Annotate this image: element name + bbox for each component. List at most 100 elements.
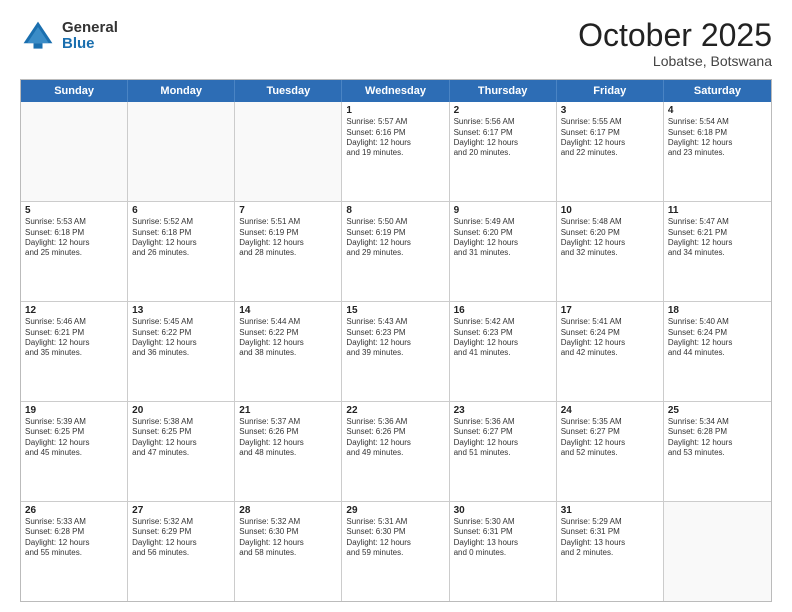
calendar-week-3: 12Sunrise: 5:46 AM Sunset: 6:21 PM Dayli… — [21, 302, 771, 402]
day-number: 13 — [132, 305, 230, 316]
day-number: 10 — [561, 205, 659, 216]
day-info: Sunrise: 5:35 AM Sunset: 6:27 PM Dayligh… — [561, 417, 659, 459]
calendar-cell: 10Sunrise: 5:48 AM Sunset: 6:20 PM Dayli… — [557, 202, 664, 301]
title-block: October 2025 Lobatse, Botswana — [578, 18, 772, 69]
day-info: Sunrise: 5:41 AM Sunset: 6:24 PM Dayligh… — [561, 317, 659, 359]
calendar-cell: 19Sunrise: 5:39 AM Sunset: 6:25 PM Dayli… — [21, 402, 128, 501]
calendar-cell: 26Sunrise: 5:33 AM Sunset: 6:28 PM Dayli… — [21, 502, 128, 601]
calendar-cell: 20Sunrise: 5:38 AM Sunset: 6:25 PM Dayli… — [128, 402, 235, 501]
calendar-week-5: 26Sunrise: 5:33 AM Sunset: 6:28 PM Dayli… — [21, 502, 771, 601]
header-monday: Monday — [128, 80, 235, 102]
calendar-cell: 9Sunrise: 5:49 AM Sunset: 6:20 PM Daylig… — [450, 202, 557, 301]
day-info: Sunrise: 5:44 AM Sunset: 6:22 PM Dayligh… — [239, 317, 337, 359]
day-number: 9 — [454, 205, 552, 216]
calendar-cell: 14Sunrise: 5:44 AM Sunset: 6:22 PM Dayli… — [235, 302, 342, 401]
day-info: Sunrise: 5:40 AM Sunset: 6:24 PM Dayligh… — [668, 317, 767, 359]
calendar-cell: 29Sunrise: 5:31 AM Sunset: 6:30 PM Dayli… — [342, 502, 449, 601]
day-info: Sunrise: 5:36 AM Sunset: 6:27 PM Dayligh… — [454, 417, 552, 459]
logo-text: General Blue — [62, 20, 118, 53]
header-saturday: Saturday — [664, 80, 771, 102]
day-info: Sunrise: 5:39 AM Sunset: 6:25 PM Dayligh… — [25, 417, 123, 459]
day-number: 29 — [346, 505, 444, 516]
header-wednesday: Wednesday — [342, 80, 449, 102]
header-tuesday: Tuesday — [235, 80, 342, 102]
calendar-cell: 4Sunrise: 5:54 AM Sunset: 6:18 PM Daylig… — [664, 102, 771, 201]
day-number: 15 — [346, 305, 444, 316]
day-number: 26 — [25, 505, 123, 516]
day-number: 3 — [561, 105, 659, 116]
day-number: 27 — [132, 505, 230, 516]
calendar-cell: 18Sunrise: 5:40 AM Sunset: 6:24 PM Dayli… — [664, 302, 771, 401]
day-info: Sunrise: 5:42 AM Sunset: 6:23 PM Dayligh… — [454, 317, 552, 359]
day-number: 5 — [25, 205, 123, 216]
calendar-cell: 6Sunrise: 5:52 AM Sunset: 6:18 PM Daylig… — [128, 202, 235, 301]
calendar-cell: 2Sunrise: 5:56 AM Sunset: 6:17 PM Daylig… — [450, 102, 557, 201]
day-info: Sunrise: 5:43 AM Sunset: 6:23 PM Dayligh… — [346, 317, 444, 359]
calendar-cell: 7Sunrise: 5:51 AM Sunset: 6:19 PM Daylig… — [235, 202, 342, 301]
day-number: 21 — [239, 405, 337, 416]
day-info: Sunrise: 5:36 AM Sunset: 6:26 PM Dayligh… — [346, 417, 444, 459]
calendar-cell: 12Sunrise: 5:46 AM Sunset: 6:21 PM Dayli… — [21, 302, 128, 401]
calendar-cell: 21Sunrise: 5:37 AM Sunset: 6:26 PM Dayli… — [235, 402, 342, 501]
day-number: 20 — [132, 405, 230, 416]
day-number: 16 — [454, 305, 552, 316]
day-info: Sunrise: 5:45 AM Sunset: 6:22 PM Dayligh… — [132, 317, 230, 359]
calendar-cell: 23Sunrise: 5:36 AM Sunset: 6:27 PM Dayli… — [450, 402, 557, 501]
day-number: 28 — [239, 505, 337, 516]
calendar-cell: 24Sunrise: 5:35 AM Sunset: 6:27 PM Dayli… — [557, 402, 664, 501]
day-number: 12 — [25, 305, 123, 316]
day-number: 2 — [454, 105, 552, 116]
logo-blue-label: Blue — [62, 36, 118, 53]
header: General Blue October 2025 Lobatse, Botsw… — [20, 18, 772, 69]
day-info: Sunrise: 5:47 AM Sunset: 6:21 PM Dayligh… — [668, 217, 767, 259]
month-title: October 2025 — [578, 18, 772, 53]
day-info: Sunrise: 5:30 AM Sunset: 6:31 PM Dayligh… — [454, 517, 552, 559]
calendar-cell: 28Sunrise: 5:32 AM Sunset: 6:30 PM Dayli… — [235, 502, 342, 601]
calendar-cell: 1Sunrise: 5:57 AM Sunset: 6:16 PM Daylig… — [342, 102, 449, 201]
day-info: Sunrise: 5:32 AM Sunset: 6:29 PM Dayligh… — [132, 517, 230, 559]
day-info: Sunrise: 5:29 AM Sunset: 6:31 PM Dayligh… — [561, 517, 659, 559]
day-info: Sunrise: 5:52 AM Sunset: 6:18 PM Dayligh… — [132, 217, 230, 259]
calendar-cell: 17Sunrise: 5:41 AM Sunset: 6:24 PM Dayli… — [557, 302, 664, 401]
calendar-cell: 8Sunrise: 5:50 AM Sunset: 6:19 PM Daylig… — [342, 202, 449, 301]
day-info: Sunrise: 5:56 AM Sunset: 6:17 PM Dayligh… — [454, 117, 552, 159]
day-number: 22 — [346, 405, 444, 416]
day-number: 7 — [239, 205, 337, 216]
calendar-cell: 31Sunrise: 5:29 AM Sunset: 6:31 PM Dayli… — [557, 502, 664, 601]
day-info: Sunrise: 5:31 AM Sunset: 6:30 PM Dayligh… — [346, 517, 444, 559]
day-info: Sunrise: 5:53 AM Sunset: 6:18 PM Dayligh… — [25, 217, 123, 259]
header-sunday: Sunday — [21, 80, 128, 102]
calendar-cell: 15Sunrise: 5:43 AM Sunset: 6:23 PM Dayli… — [342, 302, 449, 401]
day-info: Sunrise: 5:55 AM Sunset: 6:17 PM Dayligh… — [561, 117, 659, 159]
day-number: 11 — [668, 205, 767, 216]
page: General Blue October 2025 Lobatse, Botsw… — [0, 0, 792, 612]
day-number: 1 — [346, 105, 444, 116]
day-info: Sunrise: 5:38 AM Sunset: 6:25 PM Dayligh… — [132, 417, 230, 459]
day-info: Sunrise: 5:32 AM Sunset: 6:30 PM Dayligh… — [239, 517, 337, 559]
calendar-cell: 11Sunrise: 5:47 AM Sunset: 6:21 PM Dayli… — [664, 202, 771, 301]
calendar-week-4: 19Sunrise: 5:39 AM Sunset: 6:25 PM Dayli… — [21, 402, 771, 502]
day-number: 14 — [239, 305, 337, 316]
calendar-cell: 30Sunrise: 5:30 AM Sunset: 6:31 PM Dayli… — [450, 502, 557, 601]
calendar-body: 1Sunrise: 5:57 AM Sunset: 6:16 PM Daylig… — [21, 102, 771, 601]
calendar-cell: 13Sunrise: 5:45 AM Sunset: 6:22 PM Dayli… — [128, 302, 235, 401]
header-thursday: Thursday — [450, 80, 557, 102]
calendar-cell — [664, 502, 771, 601]
location: Lobatse, Botswana — [578, 53, 772, 69]
logo-icon — [20, 18, 56, 54]
calendar-week-1: 1Sunrise: 5:57 AM Sunset: 6:16 PM Daylig… — [21, 102, 771, 202]
calendar-cell: 27Sunrise: 5:32 AM Sunset: 6:29 PM Dayli… — [128, 502, 235, 601]
calendar-cell — [128, 102, 235, 201]
day-info: Sunrise: 5:49 AM Sunset: 6:20 PM Dayligh… — [454, 217, 552, 259]
day-number: 18 — [668, 305, 767, 316]
logo-general-label: General — [62, 20, 118, 37]
day-info: Sunrise: 5:50 AM Sunset: 6:19 PM Dayligh… — [346, 217, 444, 259]
calendar-week-2: 5Sunrise: 5:53 AM Sunset: 6:18 PM Daylig… — [21, 202, 771, 302]
day-number: 25 — [668, 405, 767, 416]
day-info: Sunrise: 5:54 AM Sunset: 6:18 PM Dayligh… — [668, 117, 767, 159]
day-info: Sunrise: 5:37 AM Sunset: 6:26 PM Dayligh… — [239, 417, 337, 459]
day-number: 4 — [668, 105, 767, 116]
day-info: Sunrise: 5:57 AM Sunset: 6:16 PM Dayligh… — [346, 117, 444, 159]
day-number: 6 — [132, 205, 230, 216]
day-info: Sunrise: 5:34 AM Sunset: 6:28 PM Dayligh… — [668, 417, 767, 459]
